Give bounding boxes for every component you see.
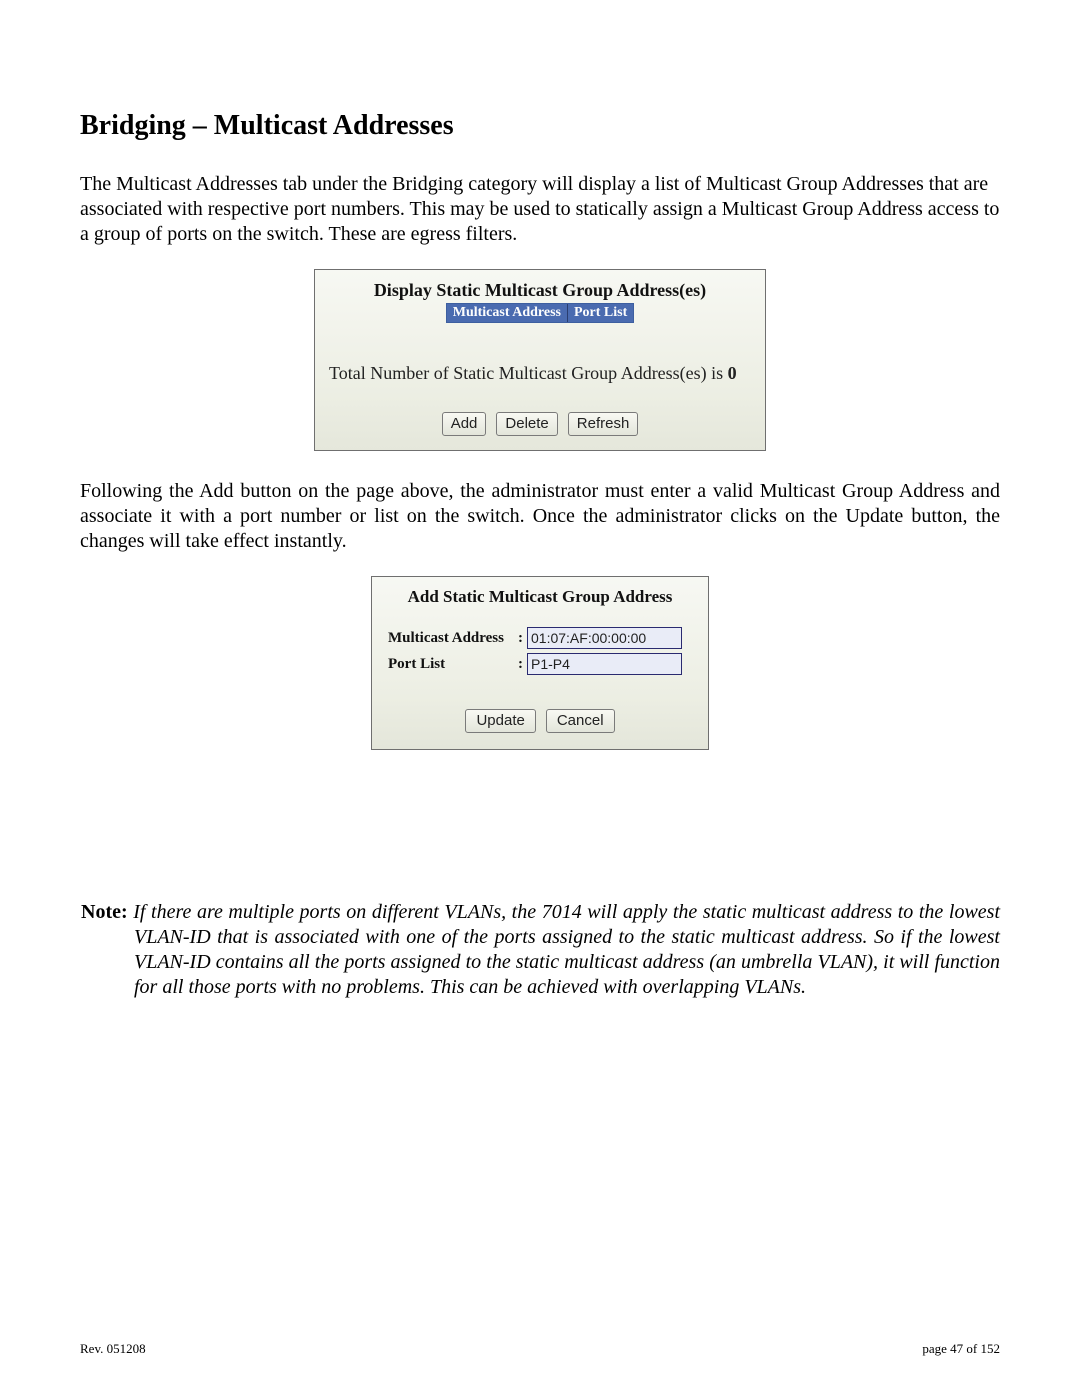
multicast-address-input[interactable] bbox=[527, 627, 682, 649]
note-paragraph: Note: If there are multiple ports on dif… bbox=[100, 900, 1000, 1000]
intro-paragraph: The Multicast Addresses tab under the Br… bbox=[80, 172, 1000, 247]
footer-page-number: page 47 of 152 bbox=[922, 1341, 1000, 1357]
port-list-input[interactable] bbox=[527, 653, 682, 675]
update-button[interactable]: Update bbox=[465, 709, 535, 733]
display-panel-title: Display Static Multicast Group Address(e… bbox=[325, 280, 755, 301]
delete-button[interactable]: Delete bbox=[496, 412, 557, 436]
col-port-list: Port List bbox=[567, 304, 633, 322]
colon: : bbox=[516, 651, 525, 677]
note-label: Note: bbox=[81, 901, 133, 923]
add-button[interactable]: Add bbox=[442, 412, 487, 436]
add-multicast-panel: Add Static Multicast Group Address Multi… bbox=[371, 576, 709, 750]
port-list-label: Port List bbox=[386, 651, 516, 677]
colon: : bbox=[516, 625, 525, 651]
add-instructions-paragraph: Following the Add button on the page abo… bbox=[80, 479, 1000, 554]
col-multicast-address: Multicast Address bbox=[447, 304, 567, 322]
cancel-button[interactable]: Cancel bbox=[546, 709, 615, 733]
table-header-row: Multicast Address Port List bbox=[446, 303, 635, 323]
multicast-address-label: Multicast Address bbox=[386, 625, 516, 651]
add-panel-buttons: Update Cancel bbox=[386, 709, 694, 733]
total-prefix: Total Number of Static Multicast Group A… bbox=[329, 363, 728, 383]
display-multicast-panel: Display Static Multicast Group Address(e… bbox=[314, 269, 766, 451]
total-count-value: 0 bbox=[728, 363, 737, 383]
display-panel-buttons: Add Delete Refresh bbox=[325, 412, 755, 436]
page-title: Bridging – Multicast Addresses bbox=[80, 110, 1000, 142]
note-body: If there are multiple ports on different… bbox=[133, 901, 1000, 998]
refresh-button[interactable]: Refresh bbox=[568, 412, 639, 436]
add-panel-title: Add Static Multicast Group Address bbox=[386, 587, 694, 607]
footer-revision: Rev. 051208 bbox=[80, 1341, 146, 1357]
total-count-line: Total Number of Static Multicast Group A… bbox=[325, 363, 755, 384]
page-footer: Rev. 051208 page 47 of 152 bbox=[80, 1341, 1000, 1357]
add-form-table: Multicast Address : Port List : bbox=[386, 625, 694, 677]
